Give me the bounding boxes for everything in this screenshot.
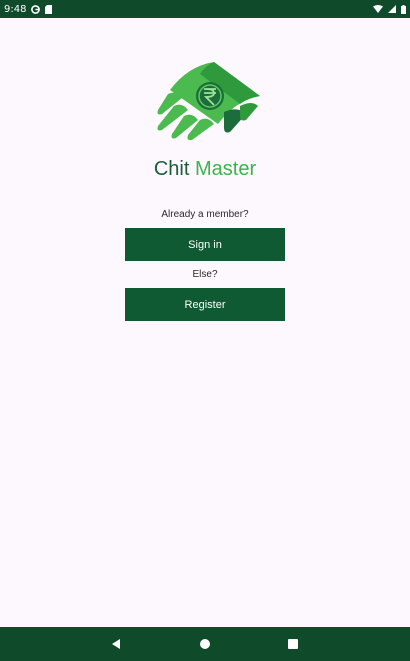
status-bar: 9:48: [0, 0, 410, 18]
back-icon[interactable]: [106, 634, 126, 654]
sd-card-icon: [45, 4, 53, 14]
else-prompt: Else?: [192, 269, 218, 280]
app-title-part1: Chit: [153, 158, 190, 180]
rupee-money-logo: [148, 62, 262, 141]
sign-in-button[interactable]: Sign in: [125, 228, 285, 261]
cellular-icon: [388, 5, 396, 13]
app-title-part2: Master: [195, 158, 257, 180]
member-prompt: Already a member?: [161, 209, 249, 220]
navigation-bar: [0, 627, 410, 661]
wifi-icon: [373, 5, 383, 13]
recents-icon[interactable]: [283, 634, 303, 654]
register-button[interactable]: Register: [125, 288, 285, 321]
home-icon[interactable]: [195, 634, 215, 654]
app-title: Chit Master: [0, 156, 410, 182]
status-left: 9:48: [4, 3, 53, 15]
status-right: [373, 4, 406, 14]
battery-icon: [401, 4, 406, 14]
status-time: 9:48: [4, 3, 27, 15]
google-icon: [31, 4, 41, 14]
